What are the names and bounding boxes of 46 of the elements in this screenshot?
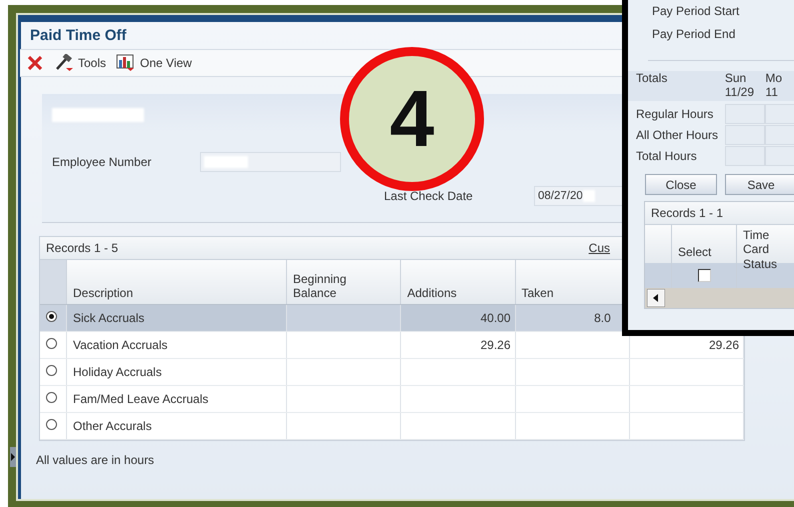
row-label: Total Hours: [636, 148, 698, 162]
row-label: Regular Hours: [636, 106, 714, 120]
day-header: Mo 11: [765, 71, 782, 99]
table-cell: 40.00: [480, 311, 510, 325]
radio-button[interactable]: [46, 338, 57, 349]
field-label: Pay Period Start: [652, 4, 740, 20]
table-cell: Sick Accruals: [73, 311, 144, 325]
close-icon[interactable]: [26, 54, 44, 72]
checkbox[interactable]: [698, 269, 710, 282]
scroll-left-icon[interactable]: [647, 289, 665, 307]
column-header[interactable]: Beginning Balance: [286, 260, 401, 304]
table-cell: 29.26: [708, 338, 739, 352]
table-cell: 29.26: [480, 338, 510, 352]
expand-handle-icon[interactable]: [10, 447, 16, 467]
records-count: Records 1 - 1: [645, 202, 794, 224]
records-count: Records 1 - 5: [46, 241, 118, 255]
table-cell: Fam/Med Leave Accruals: [73, 392, 208, 406]
field-label: Employee Number: [52, 155, 152, 169]
window-button[interactable]: Save: [725, 174, 794, 195]
hammer-icon: [54, 54, 74, 72]
horizontal-scrollbar[interactable]: [645, 288, 794, 308]
one-view-button[interactable]: One View: [116, 54, 192, 72]
column-header[interactable]: Select: [678, 245, 730, 259]
input-field[interactable]: [200, 152, 341, 172]
window-button[interactable]: Close: [645, 174, 717, 195]
day-header: Sun 11/29: [724, 71, 754, 99]
table-cell: Vacation Accruals: [73, 338, 168, 352]
field-label: Pay Period End: [652, 27, 736, 43]
table-cell: Other Accurals: [73, 419, 152, 433]
column-header[interactable]: Additions: [400, 260, 515, 304]
radio-button[interactable]: [46, 365, 57, 376]
radio-button[interactable]: [46, 419, 57, 430]
footer-note: All values are in hours: [36, 453, 156, 467]
column-header[interactable]: Time Card Status: [743, 228, 794, 272]
bar-chart-icon: [116, 54, 136, 72]
column-header[interactable]: Description: [66, 260, 286, 304]
field-label: Last Check Date: [384, 189, 474, 203]
customize-link[interactable]: Cus: [588, 241, 610, 255]
table-cell: 8.0: [594, 311, 611, 325]
window-title: Paid Time Off: [29, 27, 126, 46]
radio-button[interactable]: [46, 311, 57, 322]
tools-button[interactable]: Tools: [54, 54, 106, 72]
row-label: All Other Hours: [636, 128, 720, 142]
radio-button[interactable]: [46, 392, 57, 403]
totals-label: Totals: [636, 71, 668, 85]
table-cell: Holiday Accruals: [73, 365, 162, 379]
